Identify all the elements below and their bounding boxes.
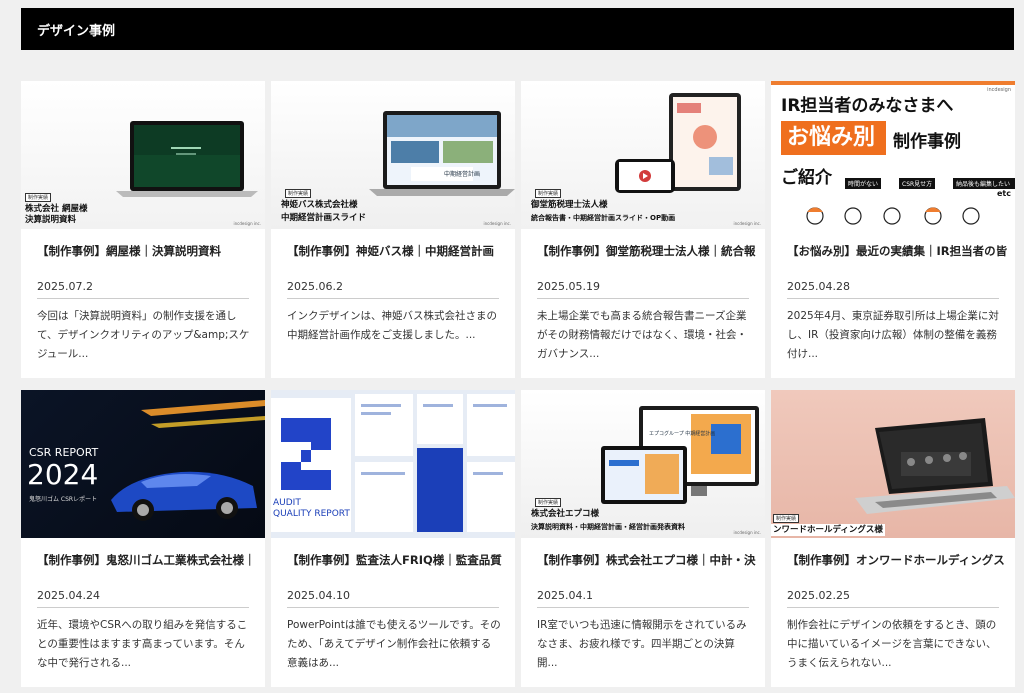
card-thumbnail[interactable]: エプコグループ 中期経営計画 制作実績 株式会社エプコ様 決算説明資料・中期経営… [521, 390, 765, 538]
person-icons [806, 207, 980, 225]
thumb-caption: 決算説明資料 [25, 215, 77, 225]
divider [287, 607, 499, 608]
screen-label: エプコグループ 中期経営計画 [649, 431, 716, 437]
case-card[interactable]: CSR REPORT 2024 鬼怒川ゴム CSRレポート 【制作事例】鬼怒川ゴ… [21, 390, 265, 687]
thumb-caption: 決算説明資料・中期経営計画・経営計画発表資料 [531, 523, 685, 531]
thumb-brand: incdesign inc. [483, 221, 511, 226]
case-card[interactable]: 中期経営計画 制作実績 神姫バス株式会社様 中期経営計画スライド incdesi… [271, 81, 515, 378]
section-title: デザイン事例 [37, 24, 116, 39]
divider [37, 607, 249, 608]
thumb-caption: ンワードホールディングス様 [771, 524, 885, 536]
thumb-brand: incdesign inc. [233, 221, 261, 226]
thumb-tag: 制作実績 [25, 193, 52, 202]
thumb-caption: 御堂筋税理士法人様 [531, 200, 608, 210]
case-card[interactable]: 制作実績 御堂筋税理士法人様 統合報告書・中期経営計画スライド・OP動画 inc… [521, 81, 765, 378]
card-date: 2025.05.19 [537, 280, 600, 293]
card-thumbnail[interactable]: CSR REPORT 2024 鬼怒川ゴム CSRレポート [21, 390, 265, 538]
card-date: 2025.04.1 [537, 589, 593, 602]
case-card[interactable]: 制作実績 ンワードホールディングス様 【制作事例】オンワードホールディングス 2… [771, 390, 1015, 687]
thumb-brand: incdesign inc. [733, 530, 761, 535]
thumb-tag: 制作実績 [535, 498, 562, 507]
card-date: 2025.07.2 [37, 280, 93, 293]
divider [787, 607, 999, 608]
card-date: 2025.04.28 [787, 280, 850, 293]
laptop-illustration [855, 418, 1015, 514]
card-excerpt: 近年、環境やCSRへの取り組みを発信することの重要性はますます高まっています。そ… [37, 619, 248, 669]
card-excerpt: 未上場企業でも高まる統合報告書ニーズ企業がその財務情報だけではなく、環境・社会・… [537, 310, 747, 360]
card-excerpt: 今回は「決算説明資料」の制作支援を通して、デザインクオリティのアップ&amp;ス… [37, 310, 250, 360]
card-excerpt: インクデザインは、神姫バス株式会社さまの中期経営計画作成をご支援しました。... [287, 310, 497, 341]
card-thumbnail[interactable]: 中期経営計画 制作実績 神姫バス株式会社様 中期経営計画スライド incdesi… [271, 81, 515, 229]
case-card[interactable]: AUDIT QUALITY REPORT 【制作事例】監査法人FRIQ様｜監査品… [271, 390, 515, 687]
thumb-brand: incdesign inc. [733, 221, 761, 226]
divider [537, 607, 749, 608]
thumb-headline: QUALITY REPORT [273, 509, 350, 519]
card-title[interactable]: 【制作事例】御堂筋税理士法人様｜統合報 [537, 243, 759, 259]
card-title[interactable]: 【制作事例】網屋様｜決算説明資料 [37, 243, 259, 259]
card-title[interactable]: 【制作事例】神姫バス様｜中期経営計画 [287, 243, 509, 259]
thumb-caption: 統合報告書・中期経営計画スライド・OP動画 [531, 214, 676, 222]
case-card[interactable]: エプコグループ 中期経営計画 制作実績 株式会社エプコ様 決算説明資料・中期経営… [521, 390, 765, 687]
thumb-caption: 神姫バス株式会社様 [281, 200, 358, 210]
card-date: 2025.06.2 [287, 280, 343, 293]
card-title[interactable]: 【制作事例】オンワードホールディングス [787, 552, 1009, 568]
thumb-headline: AUDIT [273, 498, 301, 508]
card-excerpt: PowerPointは誰でも使えるツールです。そのため、「あえてデザイン制作会社… [287, 619, 501, 669]
card-excerpt: 2025年4月、東京証券取引所は上場企業に対し、IR（投資家向け広報）体制の整備… [787, 310, 999, 360]
card-title[interactable]: 【制作事例】鬼怒川ゴム工業株式会社様｜ [37, 552, 259, 568]
card-thumbnail[interactable]: 制作実績 御堂筋税理士法人様 統合報告書・中期経営計画スライド・OP動画 inc… [521, 81, 765, 229]
card-title[interactable]: 【お悩み別】最近の実績集｜IR担当者の皆 [787, 243, 1009, 259]
thumb-year: 2024 [27, 458, 99, 491]
case-card[interactable]: incdesign IR担当者のみなさまへ お悩み別 制作事例 ご紹介 時間がな… [771, 81, 1015, 378]
card-excerpt: 制作会社にデザインの依頼をするとき、頭の中に描いているイメージを言葉にできない、… [787, 619, 997, 669]
card-title[interactable]: 【制作事例】株式会社エプコ様｜中計・決 [537, 552, 759, 568]
thumb-caption: 鬼怒川ゴム CSRレポート [29, 496, 98, 503]
thumb-tag: 制作実績 [773, 514, 800, 523]
divider [37, 298, 249, 299]
card-title[interactable]: 【制作事例】監査法人FRIQ様｜監査品質 [287, 552, 509, 568]
thumb-tag: 制作実績 [285, 189, 312, 198]
divider [287, 298, 499, 299]
case-card[interactable]: 制作実績 株式会社 網屋様 決算説明資料 incdesign inc. 【制作事… [21, 81, 265, 378]
card-thumbnail[interactable]: 制作実績 ンワードホールディングス様 [771, 390, 1015, 538]
thumb-tag: 制作実績 [535, 189, 562, 198]
section-header: デザイン事例 [21, 8, 1014, 50]
thumb-caption: 株式会社エプコ様 [531, 509, 600, 519]
divider [537, 298, 749, 299]
card-thumbnail[interactable]: incdesign IR担当者のみなさまへ お悩み別 制作事例 ご紹介 時間がな… [771, 81, 1015, 229]
card-excerpt: IR室でいつも迅速に情報開示をされているみなさま、お疲れ様です。四半期ごとの決算… [537, 619, 747, 669]
card-thumbnail[interactable]: AUDIT QUALITY REPORT [271, 390, 515, 538]
card-date: 2025.04.10 [287, 589, 350, 602]
card-date: 2025.04.24 [37, 589, 100, 602]
screen-label: 中期経営計画 [444, 171, 481, 178]
thumb-caption: 中期経営計画スライド [281, 213, 367, 223]
card-thumbnail[interactable]: 制作実績 株式会社 網屋様 決算説明資料 incdesign inc. [21, 81, 265, 229]
divider [787, 298, 999, 299]
card-date: 2025.02.25 [787, 589, 850, 602]
